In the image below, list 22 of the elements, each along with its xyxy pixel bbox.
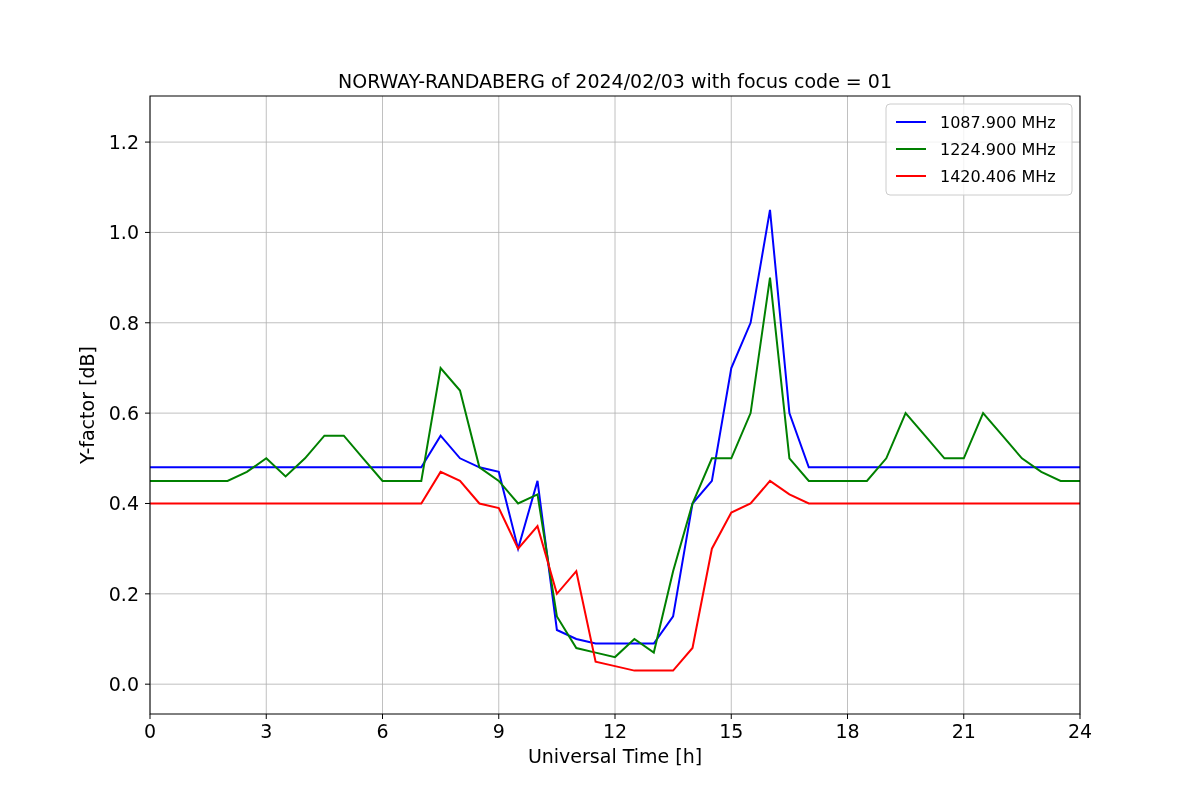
tick-label: 9 [492, 720, 505, 742]
tick-label: 0.4 [108, 492, 139, 515]
tick-label: 0.0 [108, 673, 139, 696]
legend-label: 1420.406 MHz [940, 167, 1056, 186]
axis-label: Universal Time [h] [527, 745, 703, 767]
tick-label: 0.8 [108, 311, 139, 334]
axis-label: Y-factor [dB] [76, 346, 98, 464]
tick-label: 1.0 [108, 221, 139, 244]
tick-label: 1.2 [108, 131, 139, 154]
legend-label: 1087.900 MHz [940, 113, 1056, 132]
legend-label: 1224.900 MHz [940, 140, 1056, 159]
tick-label: 0 [143, 720, 157, 742]
tick-label: 24 [1067, 720, 1093, 742]
tick-label: 18 [835, 720, 860, 742]
tick-label: 21 [951, 720, 976, 742]
tick-label: 12 [602, 720, 628, 742]
tick-label: 6 [376, 720, 389, 742]
tick-label: 0.2 [108, 582, 139, 605]
tick-label: 15 [719, 720, 744, 742]
chart-title: NORWAY-RANDABERG of 2024/02/03 with focus code = 01 [338, 70, 892, 92]
tick-label: 3 [260, 720, 273, 742]
tick-label: 0.6 [108, 402, 139, 425]
